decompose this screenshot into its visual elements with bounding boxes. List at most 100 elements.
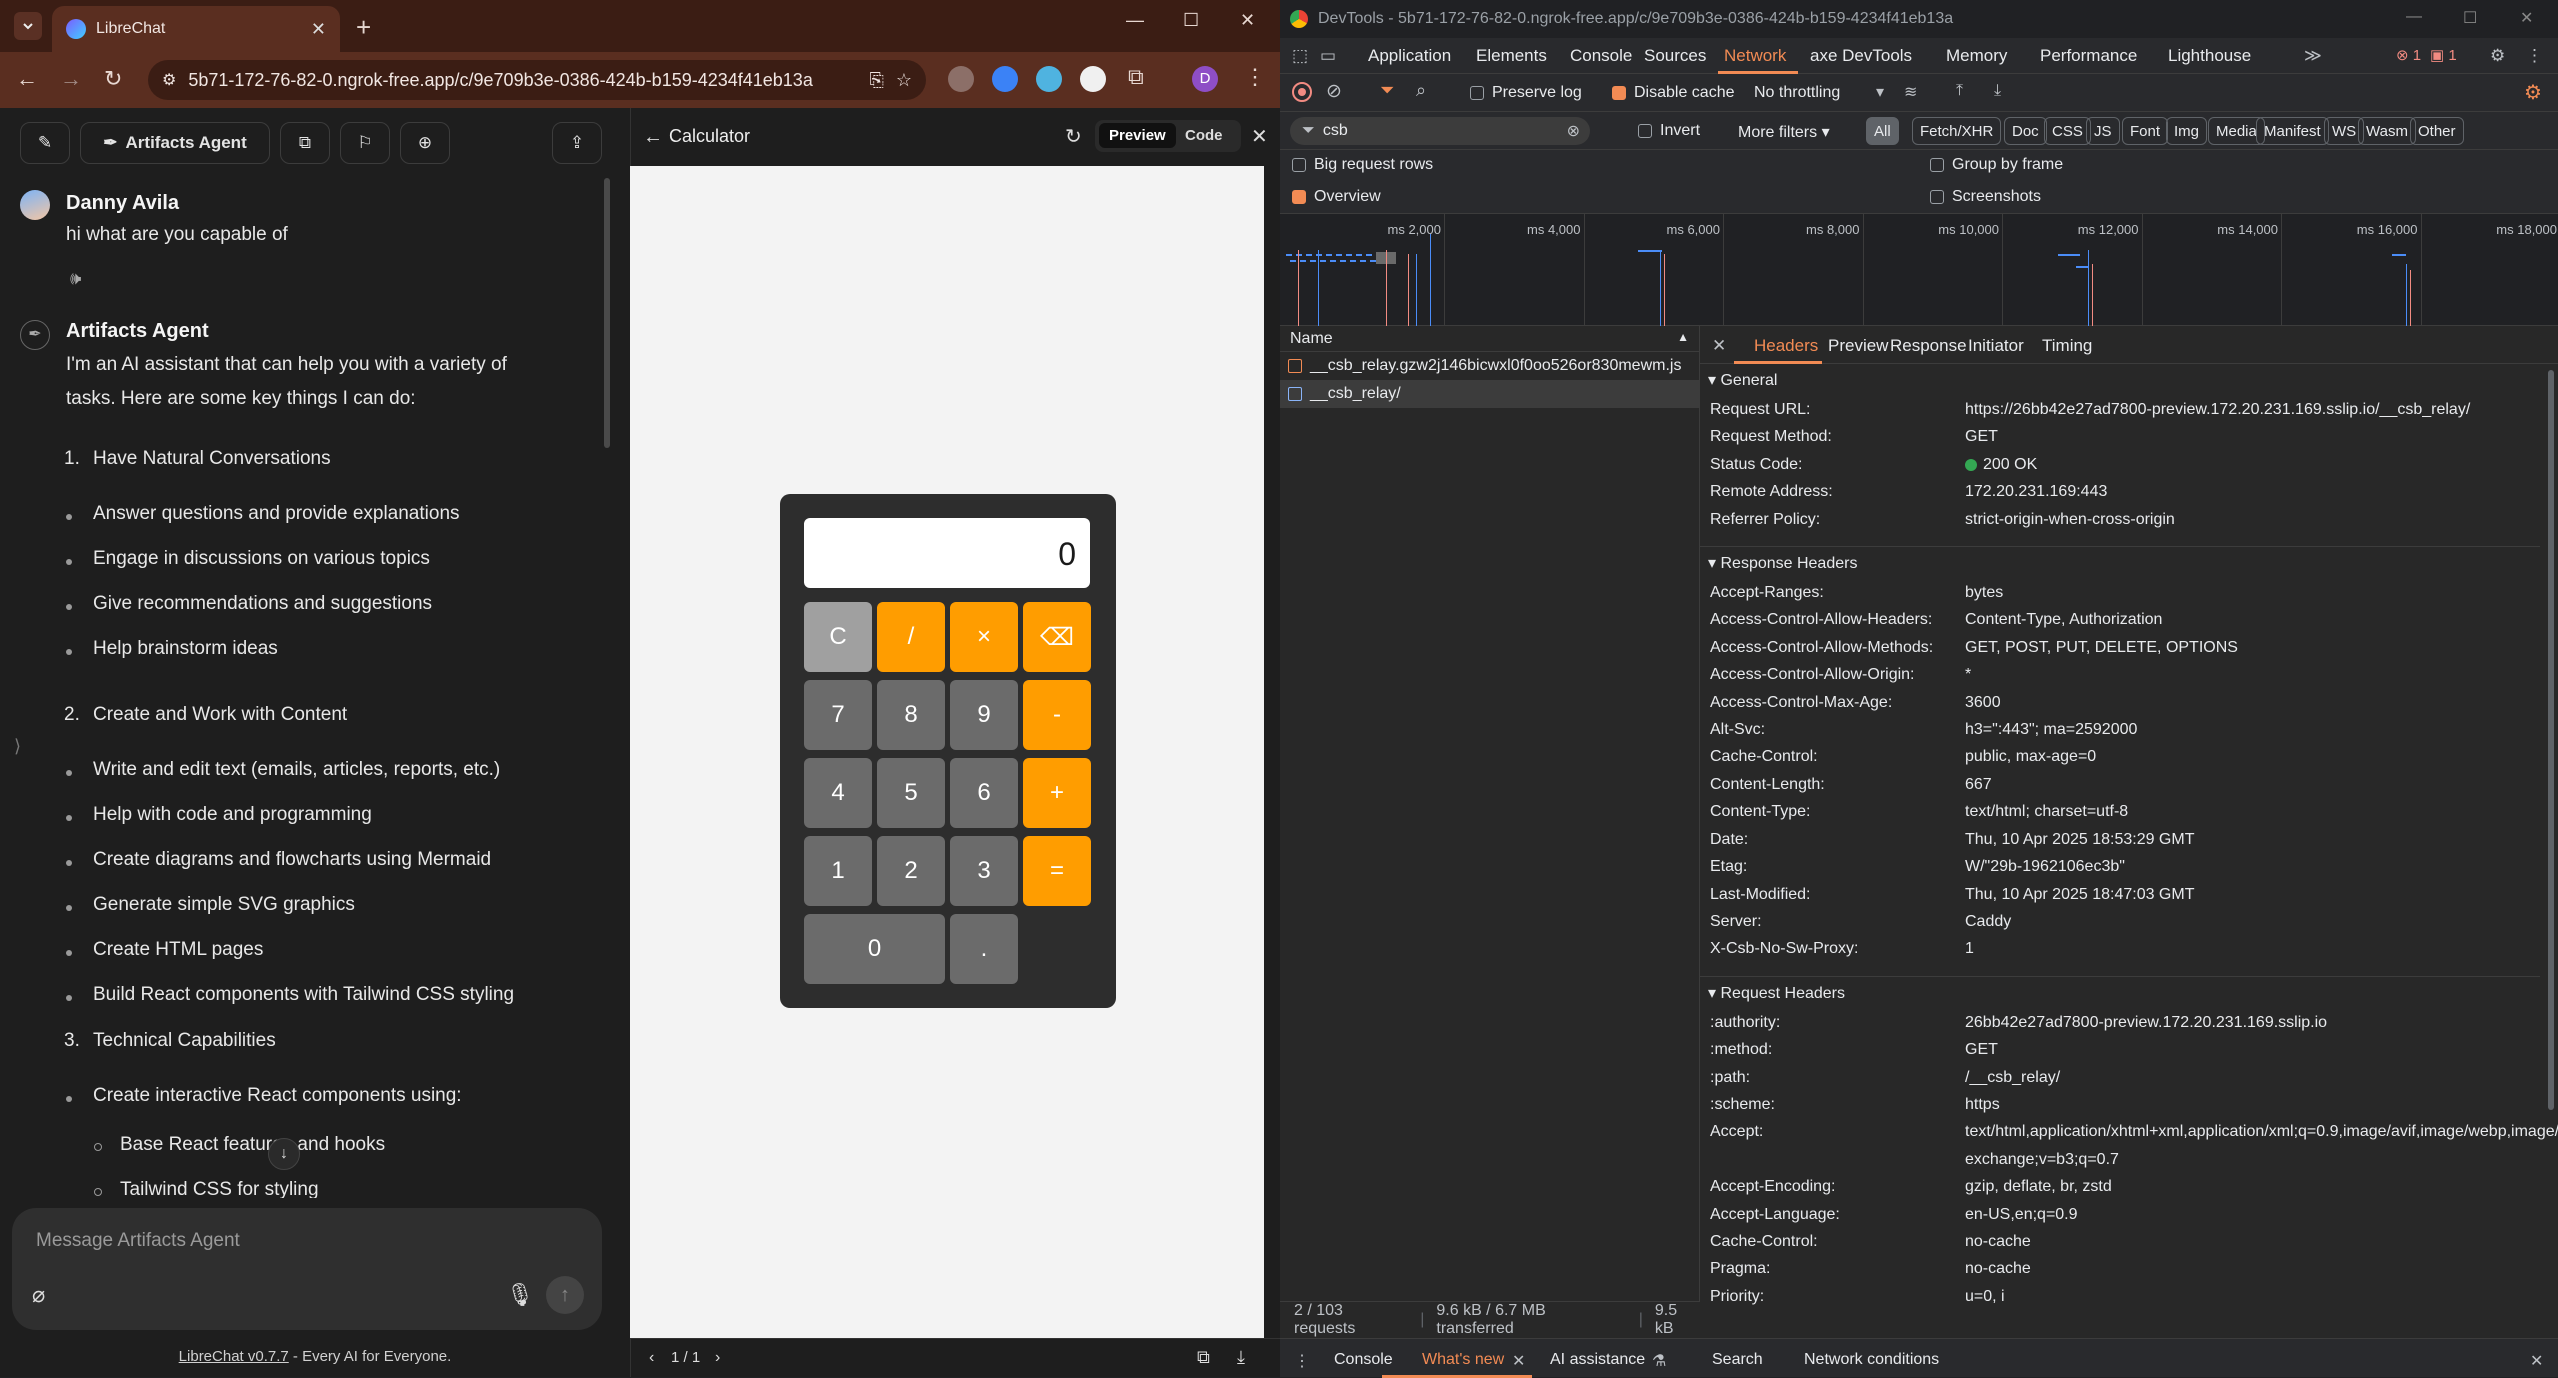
header-value[interactable]: h3=":443"; ma=2592000 bbox=[1965, 716, 2525, 743]
close-tab-icon[interactable]: ✕ bbox=[311, 19, 326, 40]
group-by-frame-checkbox[interactable] bbox=[1930, 158, 1944, 172]
tab-performance[interactable]: Performance bbox=[2040, 46, 2137, 66]
bookmark-star-icon[interactable]: ☆ bbox=[896, 70, 912, 91]
detail-tab-initiator[interactable]: Initiator bbox=[1968, 336, 2024, 356]
agent-selector[interactable]: ✒ Artifacts Agent bbox=[80, 122, 270, 164]
detail-tab-preview[interactable]: Preview bbox=[1828, 336, 1888, 356]
response-headers-section-header[interactable]: ▾ Response Headers bbox=[1700, 553, 2540, 579]
more-tabs-icon[interactable]: ≫ bbox=[2304, 46, 2322, 66]
header-value[interactable]: * bbox=[1965, 661, 2525, 688]
header-value[interactable]: W/"29b-1962106ec3b" bbox=[1965, 853, 2525, 880]
inspect-element-icon[interactable]: ⬚ bbox=[1292, 46, 1308, 66]
calc-key[interactable]: . bbox=[950, 914, 1018, 984]
calc-key[interactable]: 1 bbox=[804, 836, 872, 906]
calc-key[interactable]: 9 bbox=[950, 680, 1018, 750]
header-value[interactable]: no-cache bbox=[1965, 1255, 2525, 1282]
type-filter-img[interactable]: Img bbox=[2166, 117, 2208, 145]
tab-sources[interactable]: Sources bbox=[1644, 46, 1706, 66]
drawer-tab-whats-new[interactable]: What's new bbox=[1422, 1351, 1504, 1369]
header-value[interactable]: Content-Type, Authorization bbox=[1965, 606, 2525, 633]
calc-key[interactable]: ⌫ bbox=[1023, 602, 1091, 672]
copy-code-icon[interactable]: ⧉ bbox=[1197, 1347, 1210, 1368]
message-input[interactable]: Message Artifacts Agent bbox=[36, 1230, 240, 1252]
tab-search-button[interactable] bbox=[14, 12, 42, 40]
record-icon[interactable] bbox=[1292, 82, 1312, 102]
header-value[interactable]: Thu, 10 Apr 2025 18:47:03 GMT bbox=[1965, 881, 2525, 908]
overview-checkbox[interactable] bbox=[1292, 190, 1306, 204]
big-rows-checkbox[interactable] bbox=[1292, 158, 1306, 172]
tab-lighthouse[interactable]: Lighthouse bbox=[2168, 46, 2251, 66]
issue-count[interactable]: ▣ 1 bbox=[2430, 46, 2457, 64]
close-drawer-tab-icon[interactable]: ✕ bbox=[1512, 1351, 1525, 1371]
sort-asc-icon[interactable]: ▲ bbox=[1677, 330, 1689, 344]
add-button[interactable]: ⊕ bbox=[400, 122, 450, 164]
header-value[interactable]: no-cache bbox=[1965, 1228, 2525, 1255]
preserve-log-checkbox[interactable] bbox=[1470, 86, 1484, 100]
browser-tab-librechat[interactable]: LibreChat ✕ bbox=[52, 6, 340, 52]
filter-icon[interactable]: ⏷ bbox=[1380, 80, 1394, 101]
close-window-icon[interactable]: ✕ bbox=[1240, 10, 1255, 31]
maximize-icon[interactable]: ☐ bbox=[2463, 8, 2477, 28]
screenshots-checkbox[interactable] bbox=[1930, 190, 1944, 204]
tab-elements[interactable]: Elements bbox=[1476, 46, 1547, 66]
speaker-icon[interactable]: 🕪 bbox=[70, 268, 81, 289]
header-value[interactable]: https://26bb42e27ad7800-preview.172.20.2… bbox=[1965, 396, 2525, 423]
type-filter-all[interactable]: All bbox=[1866, 117, 1899, 145]
extension-icon-1[interactable] bbox=[948, 66, 974, 92]
header-value[interactable]: 1 bbox=[1965, 935, 2525, 962]
sidebar-toggle-icon[interactable]: ⟩ bbox=[14, 736, 21, 757]
detail-tab-headers[interactable]: Headers bbox=[1754, 336, 1818, 356]
more-filters-button[interactable]: More filters ▾ bbox=[1738, 122, 1830, 142]
refresh-icon[interactable]: ↻ bbox=[1065, 124, 1082, 149]
tab-axe-devtools[interactable]: axe DevTools bbox=[1810, 46, 1912, 66]
filter-input[interactable]: ⏷ csb ⊗ bbox=[1290, 117, 1590, 145]
import-har-icon[interactable]: ⤒ bbox=[1956, 82, 1963, 100]
calc-key[interactable]: - bbox=[1023, 680, 1091, 750]
clear-icon[interactable]: ⊘ bbox=[1326, 80, 1342, 103]
type-filter-manifest[interactable]: Manifest bbox=[2256, 117, 2329, 145]
extension-icon-2[interactable] bbox=[992, 66, 1018, 92]
calc-key[interactable]: C bbox=[804, 602, 872, 672]
calc-key[interactable]: + bbox=[1023, 758, 1091, 828]
header-value[interactable]: GET bbox=[1965, 1036, 2525, 1063]
drawer-tab-ai-assistance[interactable]: AI assistance bbox=[1550, 1351, 1645, 1369]
calc-key[interactable]: 0 bbox=[804, 914, 945, 984]
minimize-icon[interactable]: — bbox=[1126, 10, 1144, 31]
attach-file-icon[interactable]: ⌀ bbox=[32, 1282, 45, 1308]
header-value[interactable]: gzip, deflate, br, zstd bbox=[1965, 1173, 2525, 1200]
calc-key[interactable]: / bbox=[877, 602, 945, 672]
type-filter-font[interactable]: Font bbox=[2122, 117, 2169, 145]
clear-filter-icon[interactable]: ⊗ bbox=[1567, 121, 1580, 141]
drawer-tab-network-conditions[interactable]: Network conditions bbox=[1804, 1351, 1939, 1369]
browser-menu-icon[interactable]: ⋮ bbox=[1244, 64, 1266, 90]
type-filter-fetchxhr[interactable]: Fetch/XHR bbox=[1912, 117, 2002, 145]
address-bar[interactable]: ⚙ 5b71-172-76-82-0.ngrok-free.app/c/9e70… bbox=[148, 60, 926, 100]
drawer-menu-icon[interactable]: ⋮ bbox=[1294, 1351, 1310, 1371]
calc-key[interactable]: 5 bbox=[877, 758, 945, 828]
install-app-icon[interactable]: ⎘ bbox=[869, 70, 883, 91]
header-value[interactable]: Thu, 10 Apr 2025 18:53:29 GMT bbox=[1965, 826, 2525, 853]
new-chat-button[interactable]: ✎ bbox=[20, 122, 70, 164]
timeline-overview[interactable]: 2,000 ms 4,000 ms 6,000 ms 8,000 ms 10,000 m… bbox=[1280, 214, 2558, 326]
bookmarks-button[interactable]: ⚐ bbox=[340, 122, 390, 164]
back-icon[interactable]: ← bbox=[16, 66, 38, 92]
calc-key[interactable]: 4 bbox=[804, 758, 872, 828]
tab-preview[interactable]: Preview bbox=[1099, 123, 1176, 148]
header-value[interactable]: public, max-age=0 bbox=[1965, 743, 2525, 770]
header-value[interactable]: GET bbox=[1965, 423, 2525, 450]
header-value[interactable]: 172.20.231.169:443 bbox=[1965, 478, 2525, 505]
calc-key[interactable]: 6 bbox=[950, 758, 1018, 828]
presets-button[interactable]: ⧉ bbox=[280, 122, 330, 164]
type-filter-other[interactable]: Other bbox=[2410, 117, 2464, 145]
header-value[interactable]: 3600 bbox=[1965, 689, 2525, 716]
header-value[interactable]: text/html; charset=utf-8 bbox=[1965, 798, 2525, 825]
scroll-to-bottom-icon[interactable]: ↓ bbox=[268, 1138, 300, 1170]
chat-scrollbar[interactable] bbox=[604, 178, 610, 448]
header-value[interactable]: u=0, i bbox=[1965, 1283, 2525, 1310]
header-value[interactable]: 667 bbox=[1965, 771, 2525, 798]
tab-console[interactable]: Console bbox=[1570, 46, 1632, 66]
header-value[interactable]: GET, POST, PUT, DELETE, OPTIONS bbox=[1965, 634, 2525, 661]
invert-checkbox[interactable] bbox=[1638, 124, 1652, 138]
throttle-dropdown-icon[interactable]: ▾ bbox=[1876, 82, 1884, 102]
extensions-puzzle-icon[interactable]: ⧉ bbox=[1128, 64, 1144, 90]
